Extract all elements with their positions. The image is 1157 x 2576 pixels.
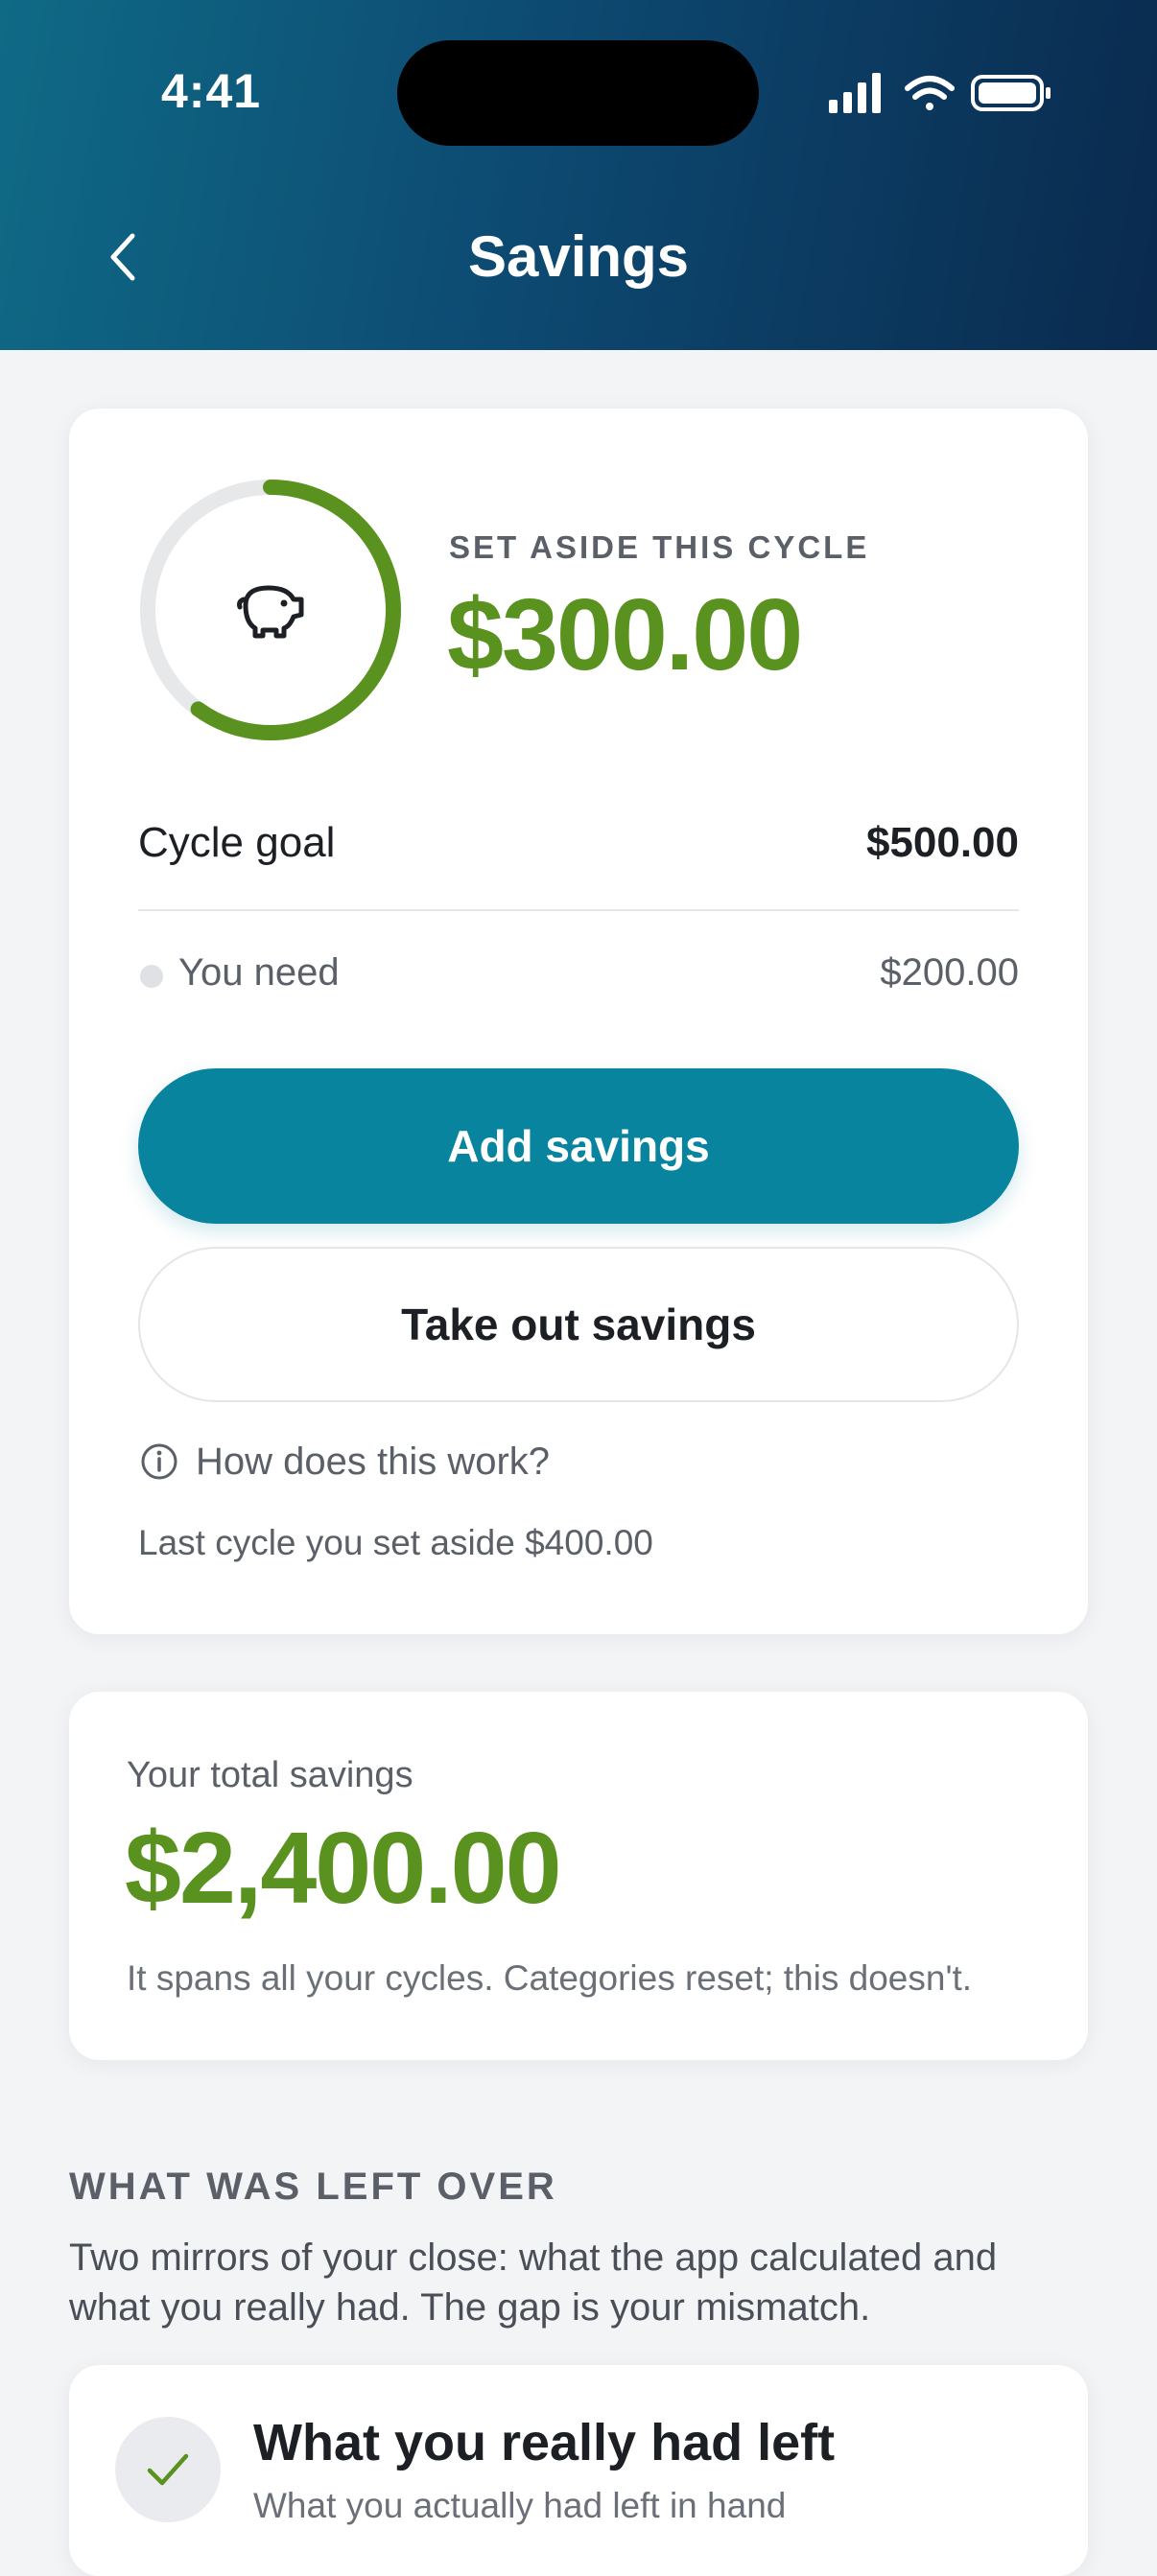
info-icon xyxy=(141,1443,177,1480)
cycle-goal-value: $500.00 xyxy=(865,819,1019,866)
status-icons xyxy=(829,73,1051,113)
dynamic-island xyxy=(397,40,759,146)
set-aside-card: SET ASIDE THIS CYCLE $300.00 Cycle goal … xyxy=(69,409,1088,1634)
divider xyxy=(138,909,1019,911)
status-time: 4:41 xyxy=(161,64,262,118)
you-need-label: You need xyxy=(178,951,340,994)
left-over-section-title: WHAT WAS LEFT OVER xyxy=(69,2166,557,2208)
you-need-value: $200.00 xyxy=(880,951,1019,994)
really-had-left-title: What you really had left xyxy=(253,2414,836,2471)
total-savings-label: Your total savings xyxy=(127,1755,413,1795)
check-badge xyxy=(115,2417,221,2522)
take-out-savings-button[interactable]: Take out savings xyxy=(138,1247,1019,1402)
page-title: Savings xyxy=(467,224,690,289)
total-savings-amount: $2,400.00 xyxy=(125,1812,562,1925)
signal-icon xyxy=(829,73,881,113)
battery-icon xyxy=(971,75,1051,111)
app-header: 4:41 Savings xyxy=(0,0,1157,350)
set-aside-amount: $300.00 xyxy=(447,578,803,691)
wifi-icon xyxy=(905,76,955,110)
you-need-dot xyxy=(140,965,163,988)
piggy-bank-icon xyxy=(237,585,304,639)
total-savings-note: It spans all your cycles. Categories res… xyxy=(127,1958,973,1998)
set-aside-label: SET ASIDE THIS CYCLE xyxy=(449,529,870,565)
cycle-goal-label: Cycle goal xyxy=(138,819,336,866)
last-cycle-text: Last cycle you set aside $400.00 xyxy=(138,1523,653,1562)
help-text: How does this work? xyxy=(196,1440,551,1483)
really-had-left-card[interactable]: What you really had left What you actual… xyxy=(69,2365,1088,2576)
left-over-description: Two mirrors of your close: what the app … xyxy=(69,2236,998,2329)
total-savings-card: Your total savings $2,400.00 It spans al… xyxy=(69,1692,1088,2060)
really-had-left-subtitle: What you actually had left in hand xyxy=(253,2486,787,2525)
how-does-this-work-link[interactable]: How does this work? xyxy=(140,1437,550,1487)
add-savings-button[interactable]: Add savings xyxy=(138,1068,1019,1224)
check-icon xyxy=(147,2453,189,2486)
